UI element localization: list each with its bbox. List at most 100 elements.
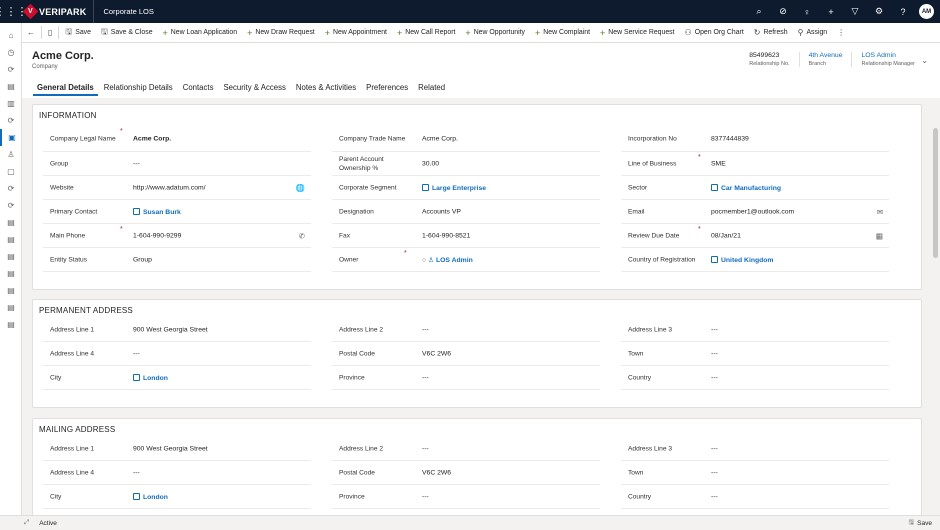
field-address-line-2[interactable]: Address Line 2 --- — [332, 318, 600, 342]
nav-entity-icon[interactable]: ▤ — [0, 214, 22, 231]
new-opportunity-button[interactable]: + New Opportunity — [460, 23, 530, 43]
nav-entity-icon[interactable]: ▢ — [0, 163, 22, 180]
expand-icon[interactable]: ⤢ — [24, 519, 29, 527]
target-icon[interactable]: ⊘ — [771, 6, 795, 17]
open-org-chart-button[interactable]: ⚇ Open Org Chart — [680, 23, 749, 43]
field-address-line-1[interactable]: Address Line 1 900 West Georgia Street — [43, 318, 311, 342]
field-owner[interactable]: Owner * ○ ♙ LOS Admin — [332, 248, 600, 272]
tab-contacts[interactable]: Contacts — [178, 78, 219, 98]
tab-related[interactable]: Related — [413, 78, 450, 98]
gear-icon[interactable]: ⚙ — [867, 6, 891, 17]
new-loan-application-button[interactable]: + New Loan Application — [158, 23, 243, 43]
field-main-phone[interactable]: Main Phone * 1-604-990-9299 ✆ — [43, 224, 311, 248]
nav-entity-icon[interactable]: ▤ — [0, 78, 22, 95]
city-link[interactable]: London — [133, 492, 168, 501]
new-call-report-button[interactable]: + New Call Report — [392, 23, 460, 43]
nav-entity-icon[interactable]: ⟳ — [0, 61, 22, 78]
field-postal-code[interactable]: Postal Code V6C 2W6 — [332, 342, 600, 366]
new-appointment-button[interactable]: + New Appointment — [320, 23, 392, 43]
header-field-branch[interactable]: 4th Avenue Branch — [798, 52, 852, 67]
recent-icon[interactable]: ◷ — [0, 44, 22, 61]
help-icon[interactable]: ? — [891, 7, 915, 17]
filter-icon[interactable]: ▽ — [843, 6, 867, 17]
tab-notes-activities[interactable]: Notes & Activities — [291, 78, 361, 98]
vertical-scrollbar[interactable] — [933, 128, 938, 258]
companies-nav-icon[interactable]: ▣ — [0, 129, 22, 146]
owner-link[interactable]: ○ ♙ LOS Admin — [422, 256, 473, 264]
nav-entity-icon[interactable]: ▤ — [0, 299, 22, 316]
globe-icon[interactable]: 🌐 — [296, 183, 305, 192]
status-save-button[interactable]: 🖫 Save — [909, 518, 932, 529]
nav-entity-icon[interactable]: ▤ — [0, 231, 22, 248]
field-address-line-4[interactable]: Address Line 4 --- — [43, 461, 311, 485]
primary-contact-link[interactable]: Susan Burk — [133, 207, 181, 216]
field-email[interactable]: Email pocmember1@outlook.com ✉ — [621, 200, 889, 224]
more-commands-button[interactable]: ⋮ — [832, 23, 850, 43]
field-designation[interactable]: Designation Accounts VP — [332, 200, 600, 224]
field-postal-code[interactable]: Postal Code V6C 2W6 — [332, 461, 600, 485]
field-town[interactable]: Town --- — [621, 342, 889, 366]
field-address-line-2[interactable]: Address Line 2 --- — [332, 437, 600, 461]
nav-entity-icon[interactable]: ⟳ — [0, 197, 22, 214]
corporate-segment-link[interactable]: Large Enterprise — [422, 183, 486, 192]
field-province[interactable]: Province --- — [332, 366, 600, 390]
new-complaint-button[interactable]: + New Complaint — [530, 23, 595, 43]
field-website[interactable]: Website http://www.adatum.com/ 🌐 — [43, 176, 311, 200]
new-service-request-button[interactable]: + New Service Request — [595, 23, 680, 43]
nav-entity-icon[interactable]: ⟳ — [0, 180, 22, 197]
field-incorporation-no[interactable]: Incorporation No 8377444839 — [621, 126, 889, 152]
lightbulb-icon[interactable]: ♀ — [795, 7, 819, 17]
field-province[interactable]: Province --- — [332, 485, 600, 509]
search-icon[interactable]: ⌕ — [747, 6, 771, 17]
new-draw-request-button[interactable]: + New Draw Request — [242, 23, 320, 43]
country-link[interactable]: United Kingdom — [711, 255, 773, 264]
field-fax[interactable]: Fax 1-604-990-8521 — [332, 224, 600, 248]
nav-entity-icon[interactable]: ▤ — [0, 265, 22, 282]
field-corporate-segment[interactable]: Corporate Segment Large Enterprise — [332, 176, 600, 200]
field-group[interactable]: Group --- — [43, 152, 311, 176]
field-company-trade-name[interactable]: Company Trade Name Acme Corp. — [332, 126, 600, 152]
app-launcher-icon[interactable]: ⋮⋮⋮ — [0, 0, 28, 23]
save-button[interactable]: 🖫 Save — [60, 23, 96, 43]
header-field-relationship-manager[interactable]: LOS Admin Relationship Manager — [851, 52, 924, 67]
field-entity-status[interactable]: Entity Status Group — [43, 248, 311, 272]
field-city[interactable]: City London — [43, 366, 311, 390]
field-line-of-business[interactable]: Line of Business * SME — [621, 152, 889, 176]
field-sector[interactable]: Sector Car Manufacturing — [621, 176, 889, 200]
field-city[interactable]: City London — [43, 485, 311, 509]
city-link[interactable]: London — [133, 373, 168, 382]
calendar-icon[interactable]: ▦ — [876, 231, 883, 240]
home-icon[interactable]: ⌂ — [0, 27, 22, 44]
save-close-button[interactable]: 🖫 Save & Close — [96, 23, 158, 43]
field-parent-account-ownership[interactable]: Parent Account Ownership % 30.00 — [332, 152, 600, 176]
tab-relationship-details[interactable]: Relationship Details — [99, 78, 178, 98]
field-town[interactable]: Town --- — [621, 461, 889, 485]
nav-entity-icon[interactable]: ⟳ — [0, 112, 22, 129]
field-address-line-1[interactable]: Address Line 1 900 West Georgia Street — [43, 437, 311, 461]
nav-entity-icon[interactable]: ▤ — [0, 282, 22, 299]
app-name[interactable]: Corporate LOS — [94, 7, 153, 16]
email-icon[interactable]: ✉ — [877, 207, 883, 216]
nav-entity-icon[interactable]: ▥ — [0, 95, 22, 112]
nav-entity-icon[interactable]: ▤ — [0, 316, 22, 333]
plus-icon[interactable]: + — [819, 7, 843, 17]
tab-security-access[interactable]: Security & Access — [218, 78, 290, 98]
sector-link[interactable]: Car Manufacturing — [711, 183, 781, 192]
nav-entity-icon[interactable]: ▤ — [0, 248, 22, 265]
field-address-line-3[interactable]: Address Line 3 --- — [621, 318, 889, 342]
field-review-due-date[interactable]: Review Due Date * 08/Jan/21 ▦ — [621, 224, 889, 248]
expand-header-chevron-icon[interactable]: ⌄ — [921, 56, 928, 65]
assign-button[interactable]: ⚲ Assign — [793, 23, 833, 43]
tab-preferences[interactable]: Preferences — [361, 78, 413, 98]
field-country[interactable]: Country --- — [621, 485, 889, 509]
field-country-of-registration[interactable]: Country of Registration United Kingdom — [621, 248, 889, 272]
refresh-button[interactable]: ↻ Refresh — [749, 23, 793, 43]
field-address-line-4[interactable]: Address Line 4 --- — [43, 342, 311, 366]
field-company-legal-name[interactable]: Company Legal Name * Acme Corp. — [43, 126, 311, 152]
tab-general-details[interactable]: General Details — [32, 78, 99, 98]
field-country[interactable]: Country --- — [621, 366, 889, 390]
field-primary-contact[interactable]: Primary Contact Susan Burk — [43, 200, 311, 224]
field-address-line-3[interactable]: Address Line 3 --- — [621, 437, 889, 461]
back-button[interactable]: ← — [22, 23, 40, 43]
contacts-nav-icon[interactable]: ♙ — [0, 146, 22, 163]
